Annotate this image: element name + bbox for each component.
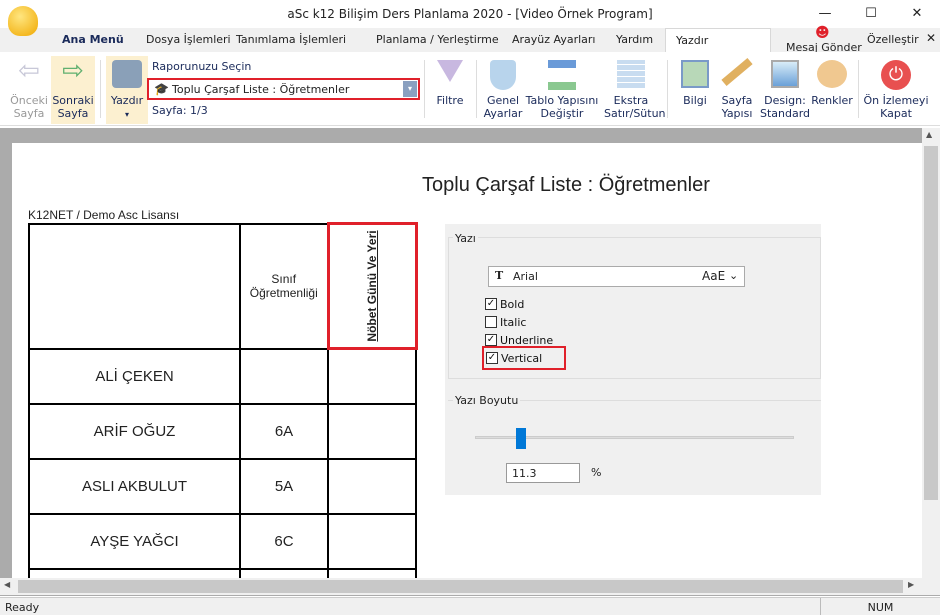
status-text: Ready [5,601,40,614]
tab-planlama[interactable]: Planlama / Yerleştirme [366,28,509,52]
hierarchy-icon [548,60,576,90]
arrow-left-icon: ⇦ [18,56,40,86]
header-name [28,222,241,350]
header-duty: Nöbet Günü Ve Yeri [326,222,418,350]
ribbon-close-button[interactable]: ✕ [926,31,936,45]
previous-page-button[interactable]: ⇦ Önceki Sayfa [6,56,52,124]
italic-checkbox[interactable]: Italic [485,313,563,331]
customize-button[interactable]: Özelleştir [867,33,919,46]
scroll-up-icon[interactable]: ▲ [926,130,932,139]
tab-ana-menu[interactable]: Ana Menü [52,28,134,52]
report-select[interactable]: 🎓 Toplu Çarşaf Liste : Öğretmenler ▾ [147,78,420,100]
table-row: AYŞE YAĞCI 6C [28,512,417,570]
print-button[interactable]: Yazdır ▾ [106,56,148,124]
chevron-down-icon: ⌄ [729,269,739,282]
picture-icon [771,60,799,88]
report-label: Raporunuzu Seçin [152,60,252,73]
options: ✓ Bold Italic ✓ Underline ✓ Vertical [482,295,566,370]
size-group-label: Yazı Boyutu [453,394,521,407]
close-preview-button[interactable]: ⏻ Ön İzlemeyi Kapat [862,56,930,124]
font-icon: T [495,269,504,282]
report-title: Toplu Çarşaf Liste : Öğretmenler [422,174,710,196]
size-slider[interactable] [475,428,794,449]
window-title: aSc k12 Bilişim Ders Planlama 2020 - [Vi… [287,7,653,21]
grid-icon [617,60,645,88]
arrow-right-icon: ⇨ [62,56,84,86]
vertical-checkbox[interactable]: ✓ Vertical [482,346,566,370]
header-class: Sınıf Öğretmenliği [239,222,329,350]
colors-button[interactable]: Renkler [810,56,854,124]
table-header-row: Sınıf Öğretmenliği Nöbet Günü Ve Yeri [28,222,418,350]
scroll-left-icon[interactable]: ◀ [4,580,10,589]
general-settings-button[interactable]: Genel Ayarlar [480,56,526,124]
underline-checkbox[interactable]: ✓ Underline [485,331,563,349]
slider-thumb[interactable] [516,428,527,449]
filter-icon [437,60,463,82]
dropdown-arrow-icon: ▾ [124,110,129,119]
table-row: ALİ ÇEKEN [28,347,417,405]
shield-icon [490,60,516,90]
printer-icon [112,60,142,88]
filter-button[interactable]: Filtre [430,56,470,124]
horizontal-scrollbar[interactable]: ◀ ▶ [0,578,940,595]
minimize-button[interactable]: — [802,0,848,28]
check-icon: ✓ [485,298,497,310]
report-page: Toplu Çarşaf Liste : Öğretmenler K12NET … [12,143,922,590]
size-input[interactable]: 11.3 [506,463,580,483]
design-button[interactable]: Design: Standard [758,56,812,124]
layout-icon [681,60,709,88]
license-text: K12NET / Demo Asc Lisansı [28,208,180,222]
chevron-down-icon[interactable]: ▾ [403,81,417,97]
font-group-label: Yazı [453,232,478,245]
table-structure-button[interactable]: Tablo Yapısını Değiştir [524,56,600,124]
check-icon: ✓ [486,352,498,364]
report-table: Sınıf Öğretmenliği Nöbet Günü Ve Yeri AL… [28,222,418,590]
scroll-right-icon[interactable]: ▶ [908,580,914,589]
bold-checkbox[interactable]: ✓ Bold [485,295,563,313]
maximize-button[interactable]: ☐ [848,0,894,28]
menu-tabs: Ana Menü Dosya İşlemleri Tanımlama İşlem… [0,25,940,71]
tab-yazdir-onizleme[interactable]: Yazdır Önizleme [665,28,771,71]
report-icon: 🎓 [154,82,169,96]
check-icon: ✓ [485,334,497,346]
tab-dosya[interactable]: Dosya İşlemleri [136,28,241,52]
page-setup-button[interactable]: Sayfa Yapısı [716,56,758,124]
next-page-button[interactable]: ⇨ Sonraki Sayfa [51,56,95,124]
tab-yardim[interactable]: Yardım [606,28,663,52]
status-bar: Ready NUM [0,597,940,615]
font-settings-panel: Yazı T Arial AaE ⌄ ✓ Bold Italic ✓ Underli… [445,224,821,495]
ruler-icon [721,58,753,86]
page-info: Sayfa: 1/3 [152,104,208,117]
percent-label: % [591,466,602,479]
vertical-scrollbar[interactable]: ▲ [922,128,940,578]
size-group [448,400,821,495]
table-row: ASLI AKBULUT 5A [28,457,417,515]
title-bar: aSc k12 Bilişim Ders Planlama 2020 - [Vi… [0,0,940,36]
message-icon: ☻ [815,25,830,41]
palette-icon [817,60,847,88]
scroll-thumb[interactable] [18,580,903,593]
extra-row-column-button[interactable]: Ekstra Satır/Sütun [604,56,666,124]
info-button[interactable]: Bilgi [674,56,716,124]
font-select[interactable]: T Arial AaE ⌄ [488,266,745,287]
power-icon: ⏻ [881,60,911,90]
scroll-thumb[interactable] [924,146,938,500]
tab-arayuz[interactable]: Arayüz Ayarları [502,28,605,52]
num-lock-indicator: NUM [820,598,940,615]
table-row: ARİF OĞUZ 6A [28,402,417,460]
tab-tanimlama[interactable]: Tanımlama İşlemleri [226,28,356,52]
ribbon: ⇦ Önceki Sayfa ⇨ Sonraki Sayfa Yazdır ▾ … [0,52,940,126]
close-button[interactable]: ✕ [894,0,940,28]
app-logo-icon[interactable] [8,6,38,36]
